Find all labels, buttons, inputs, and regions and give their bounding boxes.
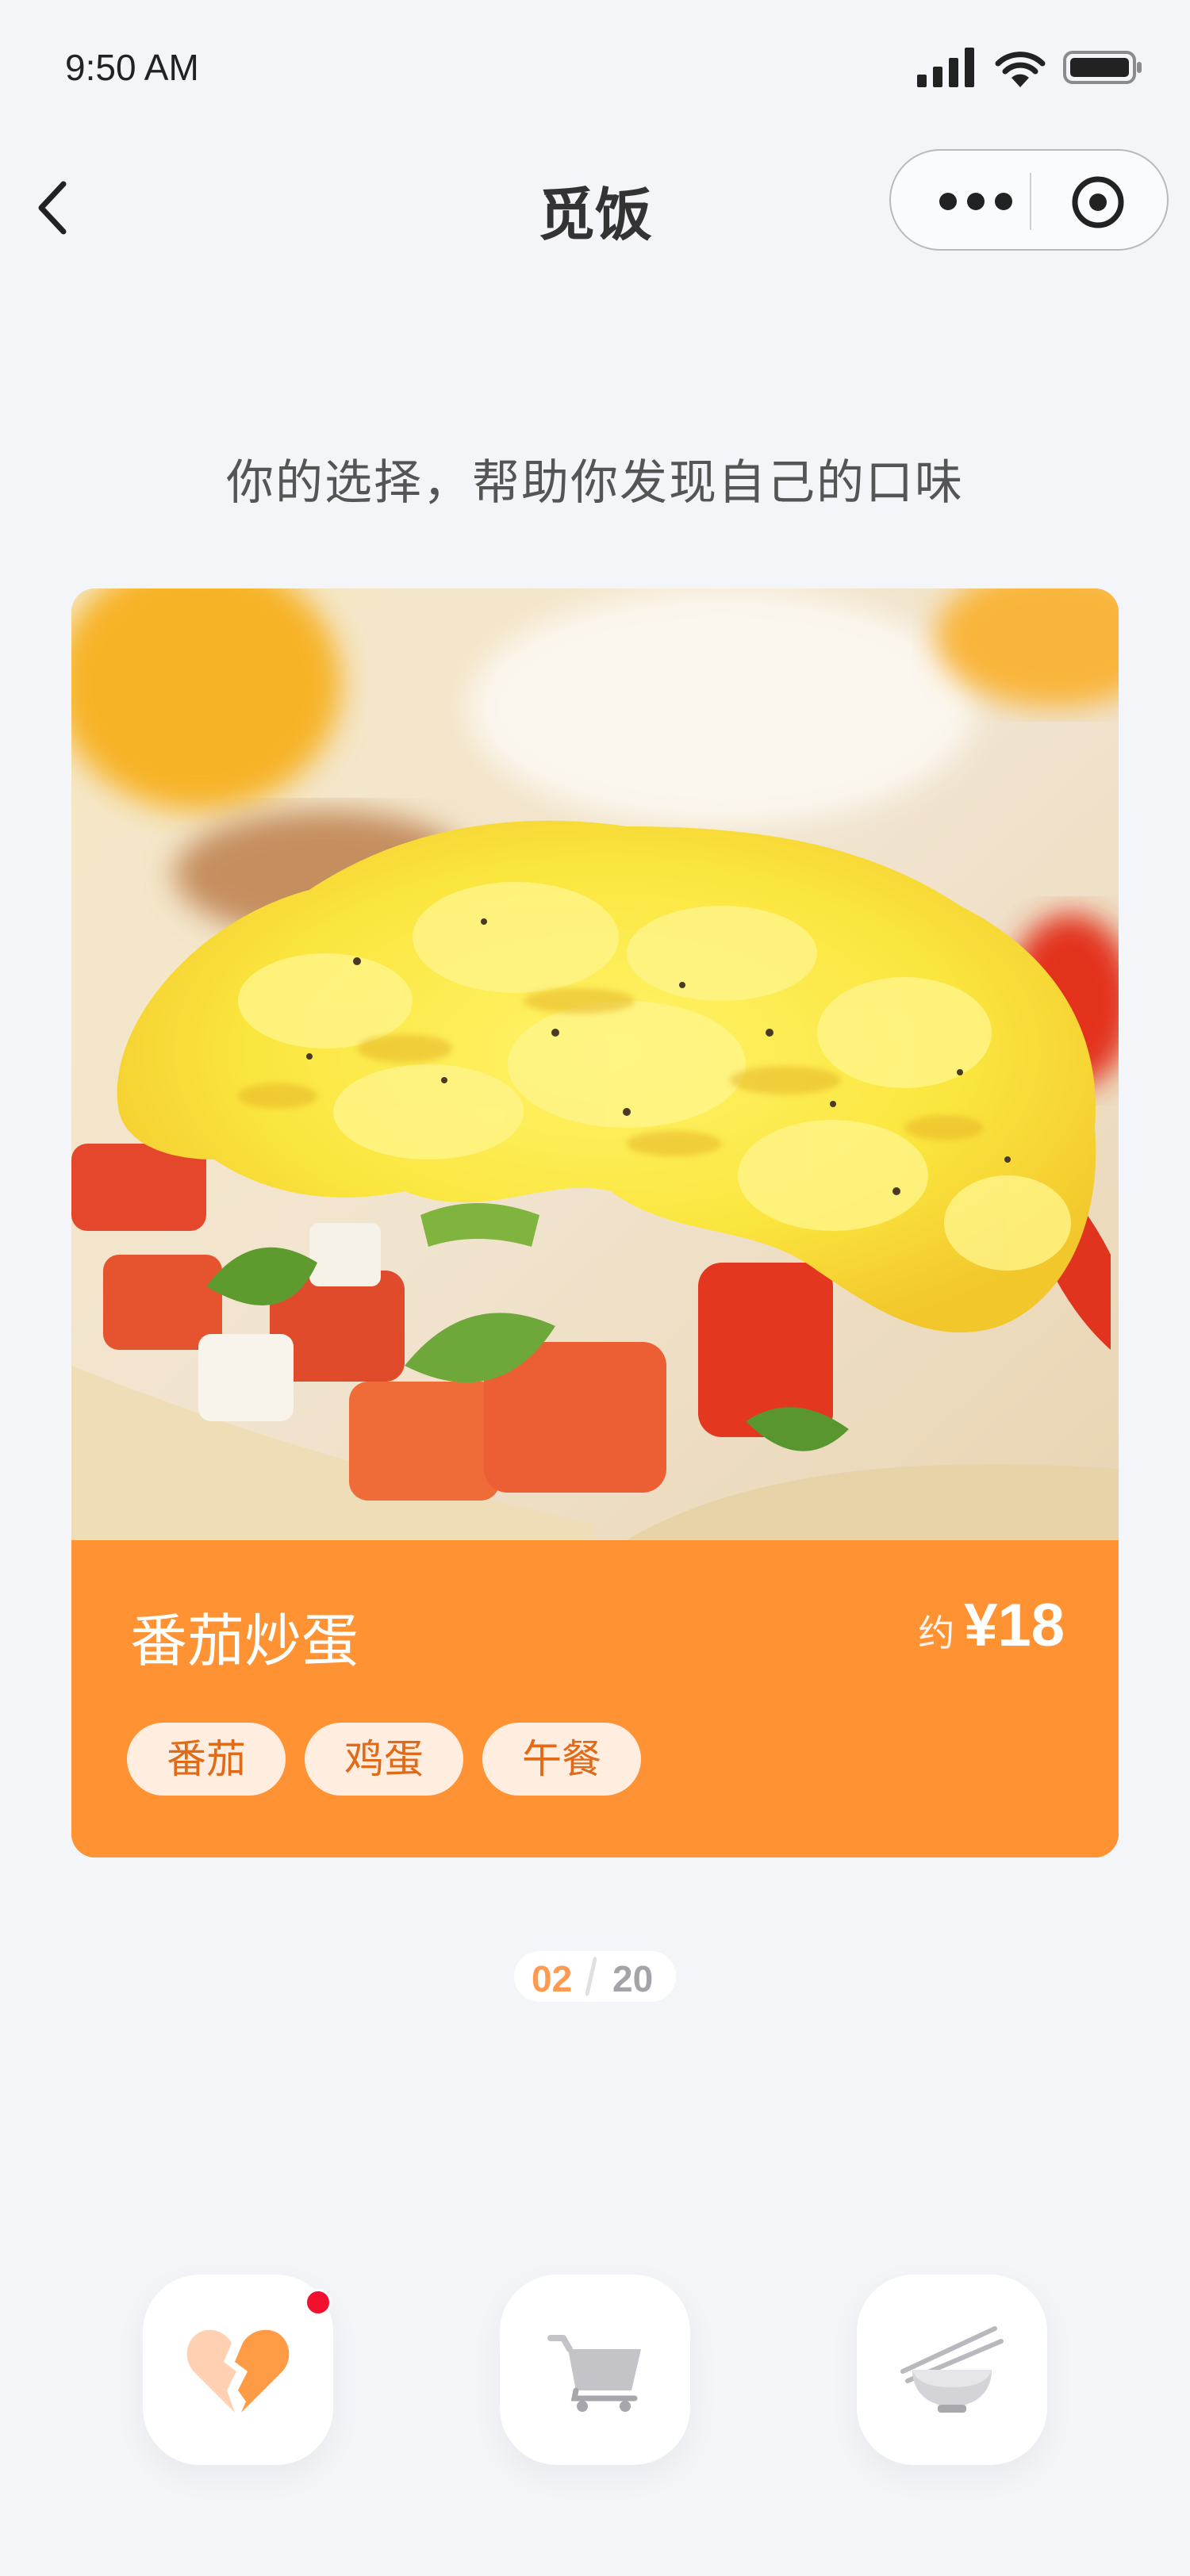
dish-photo <box>71 588 1119 1540</box>
dish-info: 番茄炒蛋 约 ¥18 番茄 鸡蛋 午餐 <box>71 1540 1119 1857</box>
mini-program-capsule <box>889 149 1169 251</box>
dish-tags: 番茄 鸡蛋 午餐 <box>127 1723 641 1796</box>
price-value: ¥18 <box>964 1592 1065 1659</box>
dislike-button[interactable] <box>143 2275 333 2465</box>
close-target-icon[interactable] <box>1070 174 1126 230</box>
bowl-button[interactable] <box>857 2275 1047 2465</box>
broken-heart-icon <box>186 2329 290 2413</box>
page-separator <box>585 1957 597 1996</box>
page-indicator: 02 20 <box>514 1951 676 2002</box>
page-total: 20 <box>612 1958 654 1999</box>
price-prefix: 约 <box>918 1612 955 1654</box>
capsule-divider <box>1030 173 1031 230</box>
battery-icon <box>1063 51 1142 84</box>
notification-dot <box>305 2289 332 2316</box>
subtitle: 你的选择，帮助你发现自己的口味 <box>226 455 964 511</box>
cart-button[interactable] <box>500 2275 690 2465</box>
dish-name: 番茄炒蛋 <box>130 1608 359 1674</box>
cart-icon <box>547 2335 641 2412</box>
tag-tomato: 番茄 <box>127 1723 286 1796</box>
bowl-chopsticks-icon <box>900 2326 1004 2413</box>
page-current: 02 <box>532 1958 573 1999</box>
dish-price: 约 ¥18 <box>918 1591 1065 1660</box>
tag-egg: 鸡蛋 <box>305 1723 463 1796</box>
dish-card[interactable]: 番茄炒蛋 约 ¥18 番茄 鸡蛋 午餐 <box>71 588 1119 1857</box>
tag-lunch: 午餐 <box>482 1723 641 1796</box>
signal-icon <box>917 48 974 87</box>
status-icons <box>917 48 1144 87</box>
screen: 9:50 AM 觅饭 你的选择，帮助你发现自己的口味 番茄炒蛋 约 ¥18 番茄… <box>0 0 1190 2576</box>
more-icon[interactable] <box>932 182 1019 220</box>
status-time: 9:50 AM <box>65 47 199 88</box>
wifi-icon <box>995 52 1046 87</box>
